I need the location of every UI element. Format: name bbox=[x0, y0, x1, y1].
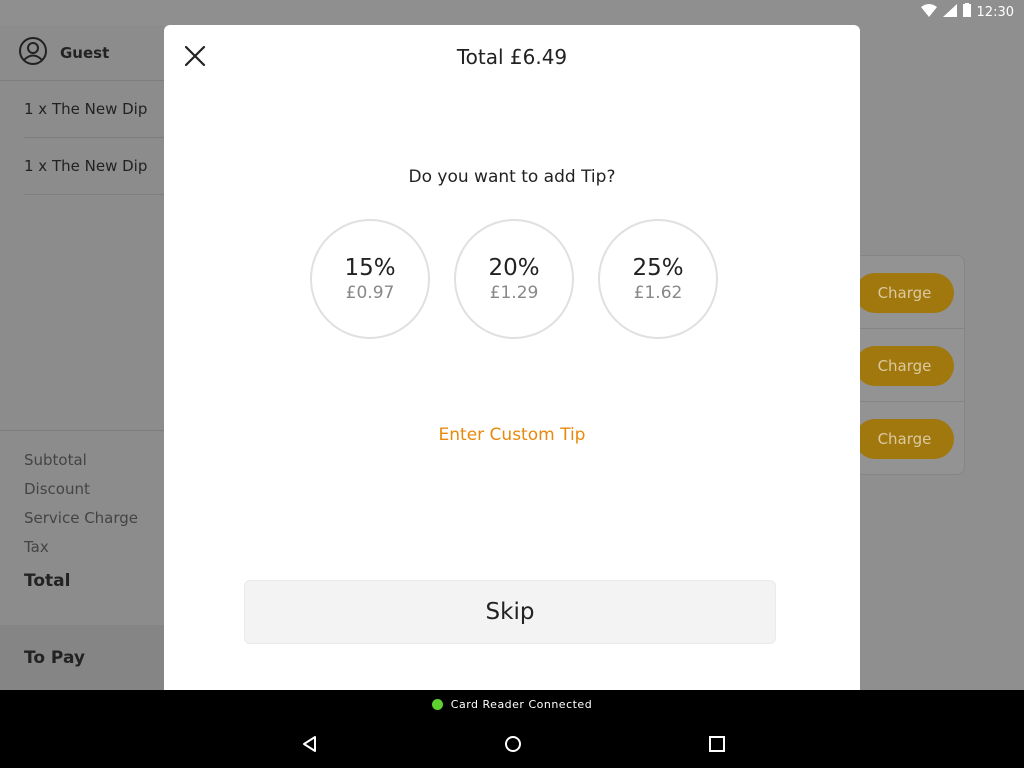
subtotal-label: Subtotal bbox=[24, 451, 87, 469]
tip-options: 15% £0.97 20% £1.29 25% £1.62 bbox=[310, 219, 718, 339]
recents-icon bbox=[709, 736, 725, 752]
system-nav-bar: Card Reader Connected bbox=[0, 690, 1024, 768]
discount-label: Discount bbox=[24, 480, 90, 498]
tip-percent: 15% bbox=[344, 255, 396, 281]
status-time: 12:30 bbox=[976, 4, 1014, 20]
order-item[interactable]: 1 x The New Dip bbox=[24, 138, 164, 195]
user-icon bbox=[18, 36, 48, 70]
recents-button[interactable] bbox=[707, 734, 727, 754]
order-summary: Subtotal Discount Service Charge Tax Tot… bbox=[0, 430, 164, 591]
wifi-icon bbox=[920, 3, 937, 21]
status-bar: 12:30 bbox=[920, 0, 1024, 24]
charge-button[interactable]: Charge bbox=[855, 419, 954, 459]
reader-status-text: Card Reader Connected bbox=[450, 698, 593, 711]
tip-question: Do you want to add Tip? bbox=[408, 167, 616, 187]
tip-amount: £1.62 bbox=[633, 283, 683, 303]
tip-amount: £0.97 bbox=[345, 283, 395, 303]
tax-label: Tax bbox=[24, 538, 49, 556]
back-button[interactable] bbox=[300, 734, 320, 754]
tip-amount: £1.29 bbox=[489, 283, 539, 303]
service-charge-label: Service Charge bbox=[24, 509, 139, 527]
tip-dialog: Total £6.49 Do you want to add Tip? 15% … bbox=[164, 25, 860, 690]
custom-tip-link[interactable]: Enter Custom Tip bbox=[164, 425, 860, 445]
battery-icon bbox=[962, 3, 971, 21]
home-button[interactable] bbox=[503, 734, 523, 754]
order-panel: Guest 1 x The New Dip 1 x The New Dip Su… bbox=[0, 25, 164, 690]
tip-percent: 20% bbox=[488, 255, 540, 281]
dialog-title: Total £6.49 bbox=[456, 45, 568, 69]
customer-name: Guest bbox=[60, 43, 110, 62]
tip-option-20[interactable]: 20% £1.29 bbox=[454, 219, 574, 339]
customer-row[interactable]: Guest bbox=[0, 25, 164, 81]
signal-icon bbox=[942, 3, 957, 21]
status-dot-icon bbox=[431, 699, 443, 710]
charge-button[interactable]: Charge bbox=[855, 273, 954, 313]
card-reader-status: Card Reader Connected bbox=[0, 698, 1024, 711]
total-label: Total bbox=[24, 571, 71, 591]
home-icon bbox=[505, 736, 521, 752]
skip-button[interactable]: Skip bbox=[244, 580, 776, 644]
tip-option-15[interactable]: 15% £0.97 bbox=[310, 219, 430, 339]
tip-option-25[interactable]: 25% £1.62 bbox=[598, 219, 718, 339]
order-item[interactable]: 1 x The New Dip bbox=[24, 81, 164, 138]
to-pay-label: To Pay bbox=[0, 625, 164, 690]
tip-percent: 25% bbox=[632, 255, 684, 281]
charge-button[interactable]: Charge bbox=[855, 346, 954, 386]
back-icon bbox=[303, 736, 316, 752]
